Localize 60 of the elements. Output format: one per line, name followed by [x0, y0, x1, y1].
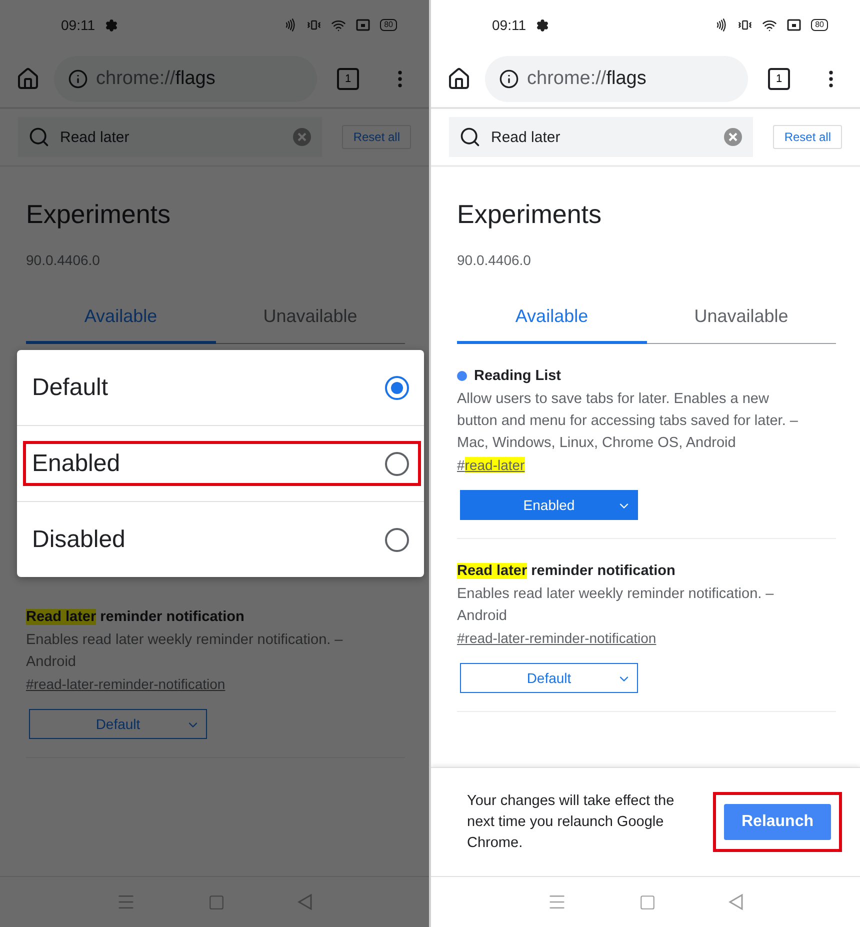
back-icon[interactable] [728, 893, 744, 911]
screen-icon [356, 19, 370, 31]
flag-description: Enables read later weekly reminder notification. – Android [26, 631, 344, 672]
vibrate-icon [307, 18, 322, 32]
flag-description: Enables read later weekly reminder notification. – Android [457, 585, 775, 626]
url-field[interactable]: chrome://flags [54, 56, 317, 102]
status-time: 09:11 [492, 17, 526, 33]
flag-link[interactable]: #read-later-reminder-notification [457, 630, 656, 646]
back-icon[interactable] [297, 893, 313, 911]
screen-icon [787, 19, 802, 31]
page-title: Experiments [457, 199, 602, 230]
clear-icon[interactable] [723, 127, 744, 147]
flag-title: Read later reminder notification [26, 609, 244, 625]
tab-count-button[interactable]: 1 [768, 68, 790, 90]
flag-select[interactable]: Default [29, 709, 207, 739]
tab[interactable]: Unavailable [646, 306, 836, 344]
tab[interactable]: Available [457, 306, 646, 344]
home-icon[interactable] [447, 66, 471, 90]
battery-icon: 80 [380, 19, 397, 31]
status-time: 09:11 [61, 17, 95, 33]
radio-button[interactable] [385, 528, 409, 552]
reset-all-button[interactable]: Reset all [342, 125, 411, 149]
flag-select[interactable]: Default [460, 663, 638, 693]
search-field[interactable]: Read later [18, 117, 322, 157]
vibrate-icon [738, 18, 752, 32]
version-text: 90.0.4406.0 [457, 252, 532, 268]
version-text: 90.0.4406.0 [26, 252, 101, 268]
relaunch-button[interactable]: Relaunch [724, 804, 831, 840]
settings-icon [536, 18, 549, 32]
tab-count-button[interactable]: 1 [337, 68, 359, 90]
relaunch-message: Your changes will take effect the next time you relaunch Google Chrome. [467, 792, 676, 852]
info-icon [68, 68, 88, 88]
page-title: Experiments [26, 199, 172, 230]
search-icon [28, 126, 50, 148]
flag-description: Allow users to save tabs for later. Enables a new button and menu for accessing tabs saved for later. – Mac, Windows, Linux, Chrome OS, Android [457, 390, 799, 453]
flag-title: Reading List [474, 368, 562, 384]
home-nav-icon[interactable] [639, 894, 656, 910]
option-item[interactable]: Enabled [23, 441, 421, 486]
option-item[interactable]: Disabled [23, 517, 421, 562]
radio-button[interactable] [385, 452, 409, 476]
flag-title: Read later reminder notification [457, 563, 676, 579]
tab[interactable]: Unavailable [216, 306, 405, 344]
nfc-icon [283, 18, 298, 32]
settings-icon [105, 18, 118, 32]
radio-button[interactable] [385, 376, 409, 400]
option-item[interactable]: Default [23, 365, 421, 410]
flag-link[interactable]: #read-later-reminder-notification [26, 676, 226, 692]
wifi-icon [331, 18, 346, 32]
nfc-icon [714, 18, 728, 32]
home-nav-icon[interactable] [208, 894, 225, 910]
tab[interactable]: Available [26, 306, 216, 344]
wifi-icon [762, 18, 778, 32]
reset-all-button[interactable]: Reset all [773, 125, 842, 149]
search-icon [459, 126, 481, 148]
clear-icon[interactable] [292, 127, 312, 147]
search-field[interactable]: Read later [449, 117, 754, 157]
flag-select[interactable]: Enabled [460, 490, 638, 520]
battery-icon: 80 [811, 19, 828, 31]
url-field[interactable]: chrome://flags [485, 56, 748, 102]
info-icon [499, 68, 519, 88]
